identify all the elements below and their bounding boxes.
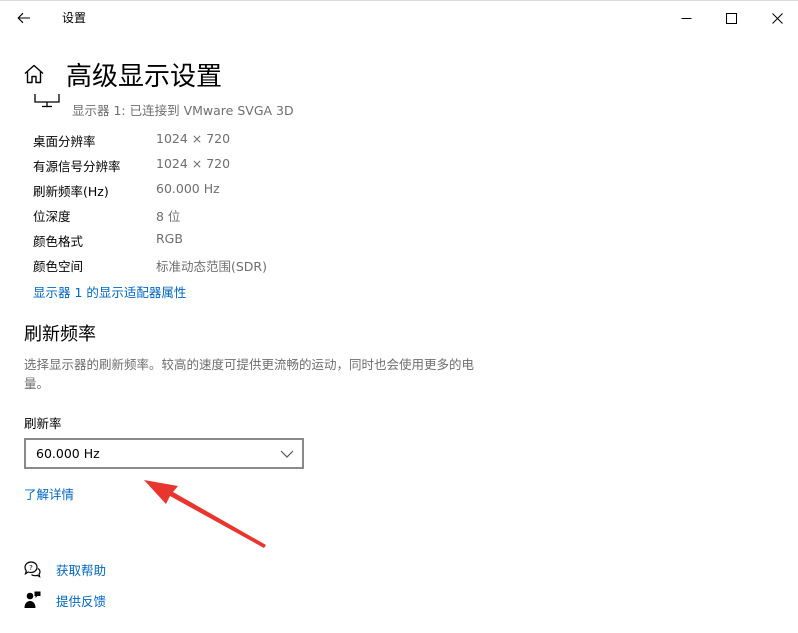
refresh-rate-label: 刷新率 <box>24 416 62 431</box>
display-adapter-properties-link[interactable]: 显示器 1 的显示适配器属性 <box>33 282 186 301</box>
minimize-button[interactable] <box>663 5 709 31</box>
help-chat-icon: ? <box>24 561 41 578</box>
window-title: 设置 <box>62 11 87 25</box>
info-value: 标准动态范围(SDR) <box>156 259 267 274</box>
refresh-rate-dropdown[interactable]: 60.000 Hz <box>24 438 304 469</box>
give-feedback-label: 提供反馈 <box>56 593 107 609</box>
svg-text:?: ? <box>29 564 33 572</box>
refresh-section-title: 刷新频率 <box>24 324 96 345</box>
info-value: 60.000 Hz <box>156 181 220 196</box>
info-label: 刷新频率(Hz) <box>33 184 109 199</box>
title-bar: 设置 <box>0 0 798 34</box>
back-arrow-icon <box>17 12 30 24</box>
refresh-rate-selected-value: 60.000 Hz <box>36 446 100 461</box>
back-button[interactable] <box>10 5 38 31</box>
info-label: 颜色格式 <box>33 234 84 249</box>
info-value: 8 位 <box>156 209 181 224</box>
learn-more-link[interactable]: 了解详情 <box>24 484 74 503</box>
get-help-link[interactable]: ? 获取帮助 <box>22 558 106 580</box>
info-value: RGB <box>156 231 183 246</box>
settings-window: 设置 高级显示设置 显示器 1: 已连接到 VMware SVGA 3D 桌面分… <box>0 0 798 633</box>
close-icon <box>771 12 783 24</box>
home-icon[interactable] <box>22 62 46 86</box>
info-label: 桌面分辨率 <box>33 134 96 149</box>
annotation-arrow-icon <box>144 480 266 548</box>
refresh-section-description: 选择显示器的刷新频率。较高的速度可提供更流畅的运动，同时也会使用更多的电量。 <box>24 357 475 391</box>
minimize-icon <box>681 17 691 19</box>
maximize-button[interactable] <box>708 5 754 31</box>
info-label: 有源信号分辨率 <box>33 159 121 174</box>
info-value: 1024 × 720 <box>156 131 231 146</box>
maximize-icon <box>725 12 737 24</box>
feedback-person-icon <box>24 591 41 608</box>
page-title: 高级显示设置 <box>66 62 223 92</box>
info-value: 1024 × 720 <box>156 156 231 171</box>
info-label: 颜色空间 <box>33 259 84 274</box>
display-subtitle: 显示器 1: 已连接到 VMware SVGA 3D <box>72 103 294 118</box>
close-button[interactable] <box>754 5 798 31</box>
give-feedback-link[interactable]: 提供反馈 <box>22 589 106 611</box>
chevron-down-icon <box>280 450 294 458</box>
info-label: 位深度 <box>33 209 71 224</box>
get-help-label: 获取帮助 <box>56 562 107 578</box>
monitor-icon <box>34 94 60 108</box>
